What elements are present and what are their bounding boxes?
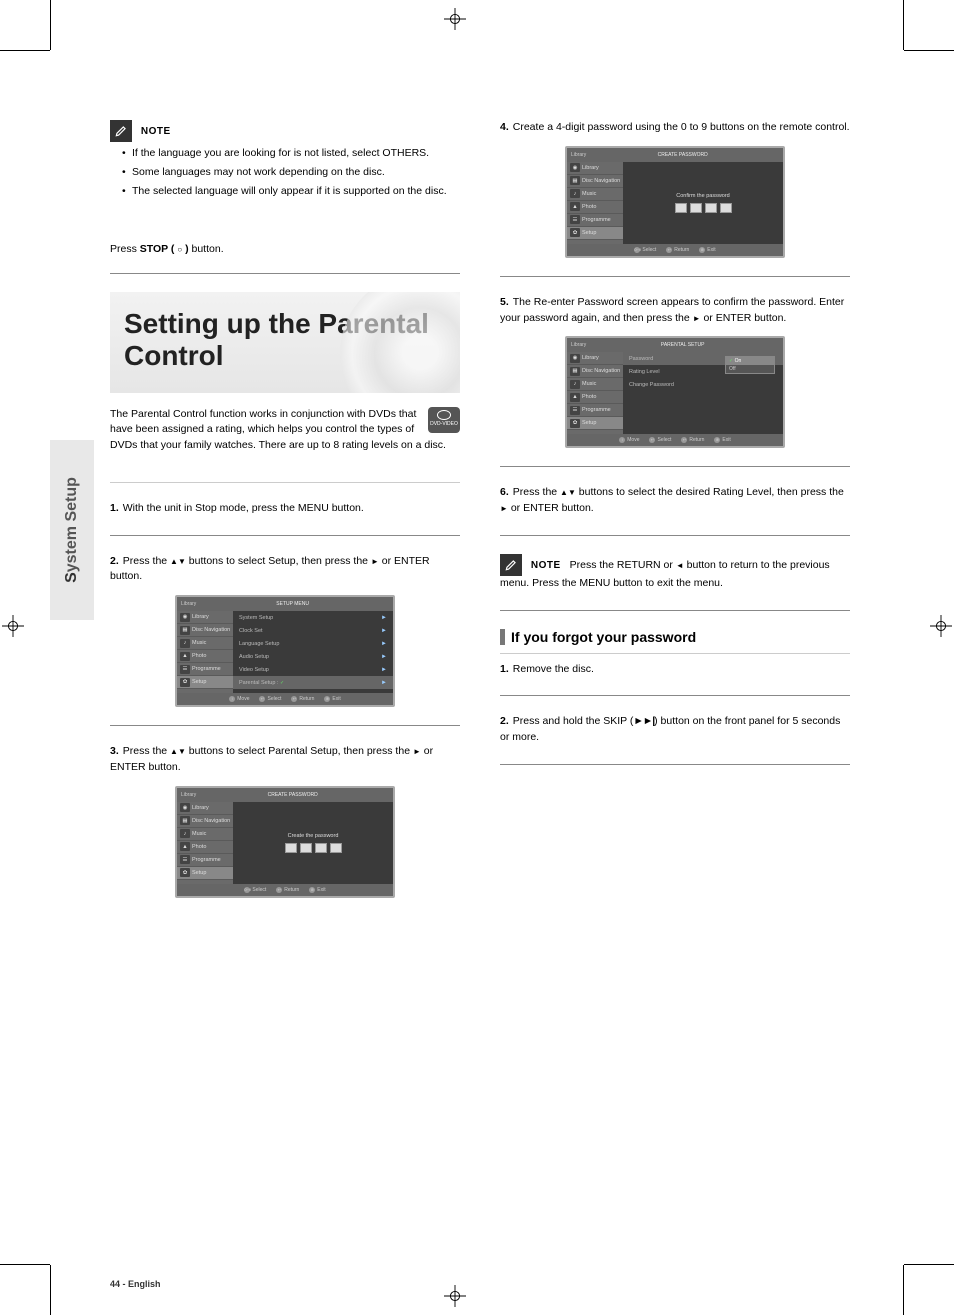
dropdown-on-off: ✓ On Off xyxy=(725,356,775,374)
note-label: NOTE xyxy=(531,560,561,571)
stop-hint: Press STOP ( ○ ) button. xyxy=(110,243,460,255)
right-icon: ► xyxy=(413,747,421,756)
up-down-icon: ▲▼ xyxy=(170,557,186,566)
photo-icon: ▲ xyxy=(180,652,190,661)
section-title-box: Setting up the ParentalControl xyxy=(110,292,460,392)
dvd-video-badge-icon: DVD-VIDEO xyxy=(428,407,460,433)
screenshot-create-password: LibraryCREATE PASSWORD ◉Library ▦Disc Na… xyxy=(175,786,395,898)
right-icon: ► xyxy=(693,314,701,323)
setup-icon: ✿ xyxy=(180,678,190,687)
pencil-icon xyxy=(110,120,132,142)
note-item: Some languages may not work depending on… xyxy=(122,165,460,181)
step-2: 2.Press the ▲▼ buttons to select Setup, … xyxy=(110,554,460,586)
right-column: 4.Create a 4-digit password using the 0 … xyxy=(500,120,850,898)
note-item: The selected language will only appear i… xyxy=(122,184,460,200)
section-tab: System Setup xyxy=(50,440,94,620)
subsection-heading: If you forgot your password xyxy=(500,629,850,645)
registration-mark-icon xyxy=(2,615,24,637)
programme-icon: ☰ xyxy=(180,665,190,674)
note-block: NOTE If the language you are looking for… xyxy=(110,120,460,199)
screenshot-confirm-password: LibraryCREATE PASSWORD ◉Library ▦Disc Na… xyxy=(565,146,785,258)
section-tab-initial: S xyxy=(63,572,80,583)
page-footer: 44 - English xyxy=(110,1279,161,1289)
left-icon: ◄ xyxy=(676,561,684,570)
sub-step-1: 1.Remove the disc. xyxy=(500,662,850,678)
library-icon: ◉ xyxy=(180,613,190,622)
skip-forward-icon: ►►| xyxy=(633,715,654,727)
registration-mark-icon xyxy=(930,615,952,637)
right-icon: ► xyxy=(500,504,508,513)
intro-text: The Parental Control function works in c… xyxy=(110,407,460,454)
step-3: 3.Press the ▲▼ buttons to select Parenta… xyxy=(110,744,460,776)
step-5: 5.The Re-enter Password screen appears t… xyxy=(500,295,850,327)
right-icon: ► xyxy=(371,557,379,566)
up-down-icon: ▲▼ xyxy=(560,488,576,497)
step-1: 1.With the unit in Stop mode, press the … xyxy=(110,501,460,517)
step-4: 4.Create a 4-digit password using the 0 … xyxy=(500,120,850,136)
music-icon: ♪ xyxy=(180,639,190,648)
left-column: NOTE If the language you are looking for… xyxy=(110,120,460,898)
pencil-icon xyxy=(500,554,522,576)
screenshot-setup-menu: LibrarySETUP MENU ◉Library ▦Disc Navigat… xyxy=(175,595,395,707)
registration-mark-icon xyxy=(444,8,466,30)
section-tab-label: ystem Setup xyxy=(63,477,80,572)
screenshot-parental-setup: LibraryPARENTAL SETUP ◉Library ▦Disc Nav… xyxy=(565,336,785,448)
registration-mark-icon xyxy=(444,1285,466,1307)
sub-step-2: 2.Press and hold the SKIP (►►|) button o… xyxy=(500,714,850,746)
disc-art-icon xyxy=(340,292,460,392)
up-down-icon: ▲▼ xyxy=(170,747,186,756)
note-item: If the language you are looking for is n… xyxy=(122,146,460,162)
disc-nav-icon: ▦ xyxy=(180,626,190,635)
note-label: NOTE xyxy=(141,126,171,137)
note-block: NOTE Press the RETURN or ◄ button to ret… xyxy=(500,554,850,592)
step-6: 6.Press the ▲▼ buttons to select the des… xyxy=(500,485,850,517)
